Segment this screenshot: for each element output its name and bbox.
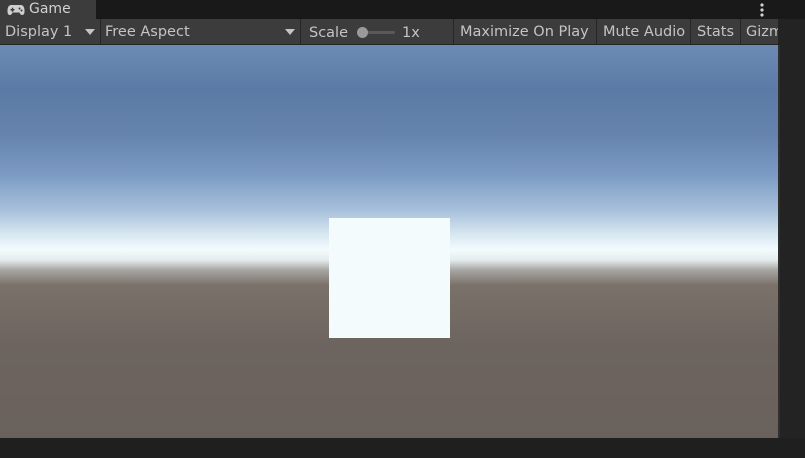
bottom-panel-edge [0,438,805,458]
scale-value-text: 1x [402,24,420,41]
aspect-dropdown[interactable]: Free Aspect [105,19,300,44]
scale-slider-thumb[interactable] [357,27,368,38]
display-dropdown[interactable]: Display 1 [5,19,100,44]
aspect-dropdown-label: Free Aspect [105,23,190,40]
gizmos-toggle[interactable]: Gizm [746,19,778,44]
game-window: Game Display 1 Free Aspect Scale 1x Maxi… [0,0,805,458]
scale-label: Scale [309,20,348,45]
toolbar-divider [690,19,691,44]
toolbar-divider [300,19,301,44]
gamepad-icon [7,4,25,16]
toolbar-divider [740,19,741,44]
tab-label: Game [29,1,71,17]
right-panel-edge [778,19,805,438]
scale-label-text: Scale [309,24,349,41]
tab-bar: Game [0,0,805,19]
game-viewport[interactable] [0,45,778,438]
cube-object [329,218,450,338]
maximize-on-play-label: Maximize On Play [460,23,589,40]
chevron-down-icon [85,29,95,35]
toolbar-divider [453,19,454,44]
chevron-down-icon [285,29,295,35]
scale-value: 1x [402,20,420,45]
toolbar-divider [100,19,101,44]
stats-label: Stats [697,23,735,40]
kebab-menu-icon[interactable] [757,0,767,19]
mute-audio-toggle[interactable]: Mute Audio [603,19,685,44]
display-dropdown-label: Display 1 [5,23,73,40]
gizmos-label: Gizm [746,23,778,40]
stats-toggle[interactable]: Stats [697,19,734,44]
viewport-border [778,45,780,438]
tab-game[interactable]: Game [0,0,96,19]
maximize-on-play-toggle[interactable]: Maximize On Play [460,19,589,44]
mute-audio-label: Mute Audio [603,23,686,40]
toolbar-divider [596,19,597,44]
